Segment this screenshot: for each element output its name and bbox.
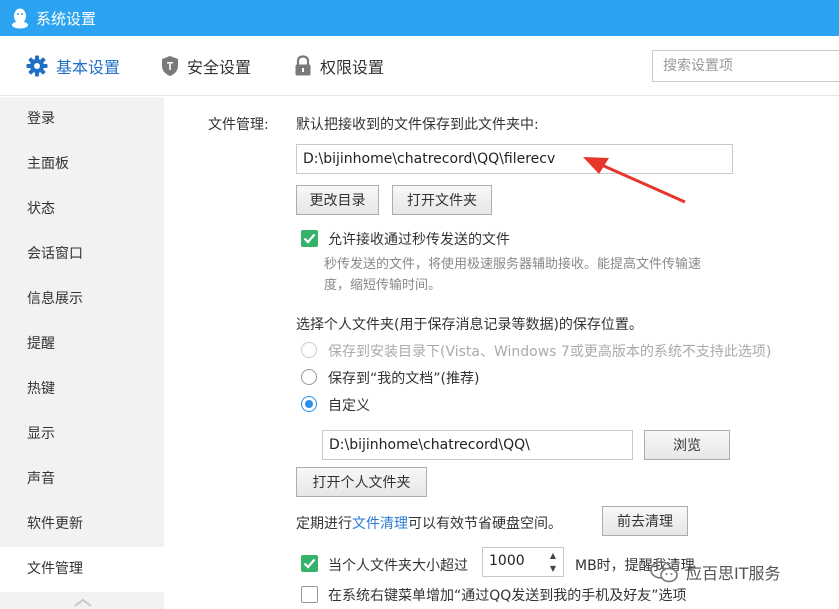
sidebar: 登录 主面板 状态 会话窗口 信息展示 提醒 热键 显示 声音 软件更新 文件管… [0, 97, 164, 609]
go-cleanup-button[interactable]: 前去清理 [602, 506, 688, 536]
context-menu-option-label[interactable]: 在系统右键菜单增加“通过QQ发送到我的手机及好友”选项 [328, 585, 687, 605]
radio-install-directory-label: 保存到安装目录下(Vista、Windows 7或更高版本的系统不支持此选项) [328, 344, 772, 360]
tab-security-settings[interactable]: 安全设置 [161, 52, 251, 80]
checkmark-icon [303, 558, 316, 569]
tab-permission-settings-label: 权限设置 [320, 58, 385, 77]
radio-custom-label[interactable]: 自定义 [328, 395, 370, 415]
chevron-up-icon[interactable] [72, 597, 94, 607]
lock-icon [295, 55, 311, 76]
radio-custom[interactable] [301, 396, 317, 412]
section-label: 文件管理: [208, 117, 269, 133]
context-menu-option-checkbox[interactable] [301, 586, 318, 603]
size-limit-value: 1000 [489, 553, 525, 569]
cleanup-description: 定期进行文件清理可以有效节省硬盘空间。 [296, 513, 562, 533]
open-folder-button[interactable]: 打开文件夹 [392, 185, 492, 215]
cleanup-suffix: 可以有效节省硬盘空间。 [408, 516, 562, 532]
save-folder-description: 默认把接收到的文件保存到此文件夹中: [296, 117, 539, 133]
sidebar-item-info-display[interactable]: 信息展示 [0, 277, 164, 322]
size-limit-prefix-label: 当个人文件夹大小超过 [328, 558, 468, 574]
checkmark-icon [303, 233, 316, 244]
sidebar-item-hotkeys[interactable]: 热键 [0, 367, 164, 412]
allow-instant-transfer-label[interactable]: 允许接收通过秒传发送的文件 [328, 229, 510, 249]
size-limit-stepper[interactable]: 1000 ▲ ▼ [482, 547, 564, 577]
sidebar-item-reminder[interactable]: 提醒 [0, 322, 164, 367]
stepper-down-icon[interactable]: ▼ [547, 563, 559, 575]
sidebar-item-display[interactable]: 显示 [0, 412, 164, 457]
radio-my-documents-label[interactable]: 保存到“我的文档”(推荐) [328, 368, 479, 388]
qq-penguin-icon [12, 8, 28, 29]
personal-folder-description: 选择个人文件夹(用于保存消息记录等数据)的保存位置。 [296, 317, 643, 333]
file-management-panel: 文件管理: 默认把接收到的文件保存到此文件夹中: D:\bijinhome\ch… [164, 97, 839, 609]
change-directory-button[interactable]: 更改目录 [296, 185, 379, 215]
sidebar-item-login[interactable]: 登录 [0, 97, 164, 142]
gear-icon [26, 55, 48, 77]
sidebar-item-software-update[interactable]: 软件更新 [0, 502, 164, 547]
custom-folder-path-field[interactable]: D:\bijinhome\chatrecord\QQ\ [322, 430, 633, 460]
radio-install-directory [301, 342, 317, 358]
shield-icon [162, 56, 178, 76]
top-tab-bar: 基本设置 安全设置 权限设置 [0, 36, 839, 96]
sidebar-item-status[interactable]: 状态 [0, 187, 164, 232]
sidebar-item-sound[interactable]: 声音 [0, 457, 164, 502]
file-cleanup-link[interactable]: 文件清理 [352, 516, 408, 532]
wechat-icon [650, 561, 678, 583]
window-title: 系统设置 [36, 9, 97, 28]
sidebar-item-file-management[interactable]: 文件管理 [0, 547, 164, 592]
radio-my-documents[interactable] [301, 369, 317, 385]
tab-permission-settings[interactable]: 权限设置 [294, 52, 384, 80]
browse-button[interactable]: 浏览 [644, 430, 730, 460]
sidebar-item-chat-window[interactable]: 会话窗口 [0, 232, 164, 277]
allow-instant-transfer-checkbox[interactable] [301, 230, 318, 247]
watermark: 应百思IT服务 [650, 560, 781, 584]
cleanup-prefix: 定期进行 [296, 516, 352, 532]
instant-transfer-hint-line-2: 度，缩短传输时间。 [324, 278, 442, 293]
stepper-up-icon[interactable]: ▲ [547, 550, 559, 562]
instant-transfer-hint-line-1: 秒传发送的文件，将使用极速服务器辅助接收。能提高文件传输速 [324, 257, 702, 272]
open-personal-folder-button[interactable]: 打开个人文件夹 [296, 467, 427, 497]
tab-basic-settings-label: 基本设置 [56, 58, 121, 77]
search-input[interactable] [652, 50, 839, 82]
title-bar: 系统设置 [0, 0, 839, 36]
sidebar-item-main-panel[interactable]: 主面板 [0, 142, 164, 187]
tab-security-settings-label: 安全设置 [187, 58, 252, 77]
tab-basic-settings[interactable]: 基本设置 [26, 52, 120, 80]
size-limit-reminder-checkbox[interactable] [301, 555, 318, 572]
watermark-text: 应百思IT服务 [686, 564, 781, 583]
annotation-arrow-icon [583, 157, 686, 204]
